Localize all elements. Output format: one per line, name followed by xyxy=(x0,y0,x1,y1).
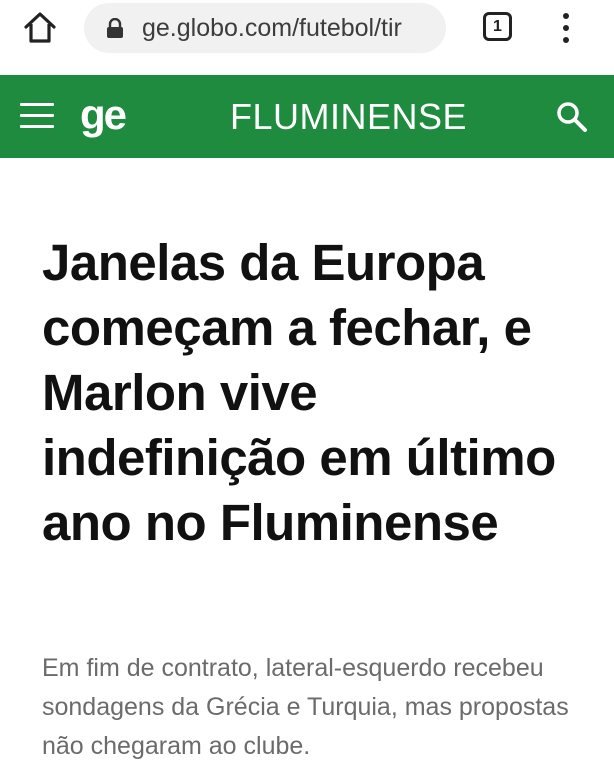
lock-icon xyxy=(106,17,124,38)
tab-switcher-button[interactable]: 1 xyxy=(483,12,512,41)
site-logo[interactable]: ge xyxy=(80,89,127,141)
site-header: ge FLUMINENSE xyxy=(0,75,614,158)
tab-count: 1 xyxy=(493,17,502,35)
more-options-icon[interactable] xyxy=(556,10,576,46)
article-headline: Janelas da Europa começam a fechar, e Ma… xyxy=(42,234,556,551)
section-title[interactable]: FLUMINENSE xyxy=(230,95,467,139)
url-text: ge.globo.com/futebol/tir xyxy=(142,14,402,42)
hamburger-menu-icon[interactable] xyxy=(20,103,56,131)
browser-toolbar: ge.globo.com/futebol/tir 1 xyxy=(0,0,614,75)
address-bar[interactable]: ge.globo.com/futebol/tir xyxy=(84,3,446,53)
home-icon[interactable] xyxy=(22,10,58,46)
article-subtitle: Em fim de contrato, lateral-esquerdo rec… xyxy=(42,654,569,760)
search-icon[interactable] xyxy=(554,99,590,135)
